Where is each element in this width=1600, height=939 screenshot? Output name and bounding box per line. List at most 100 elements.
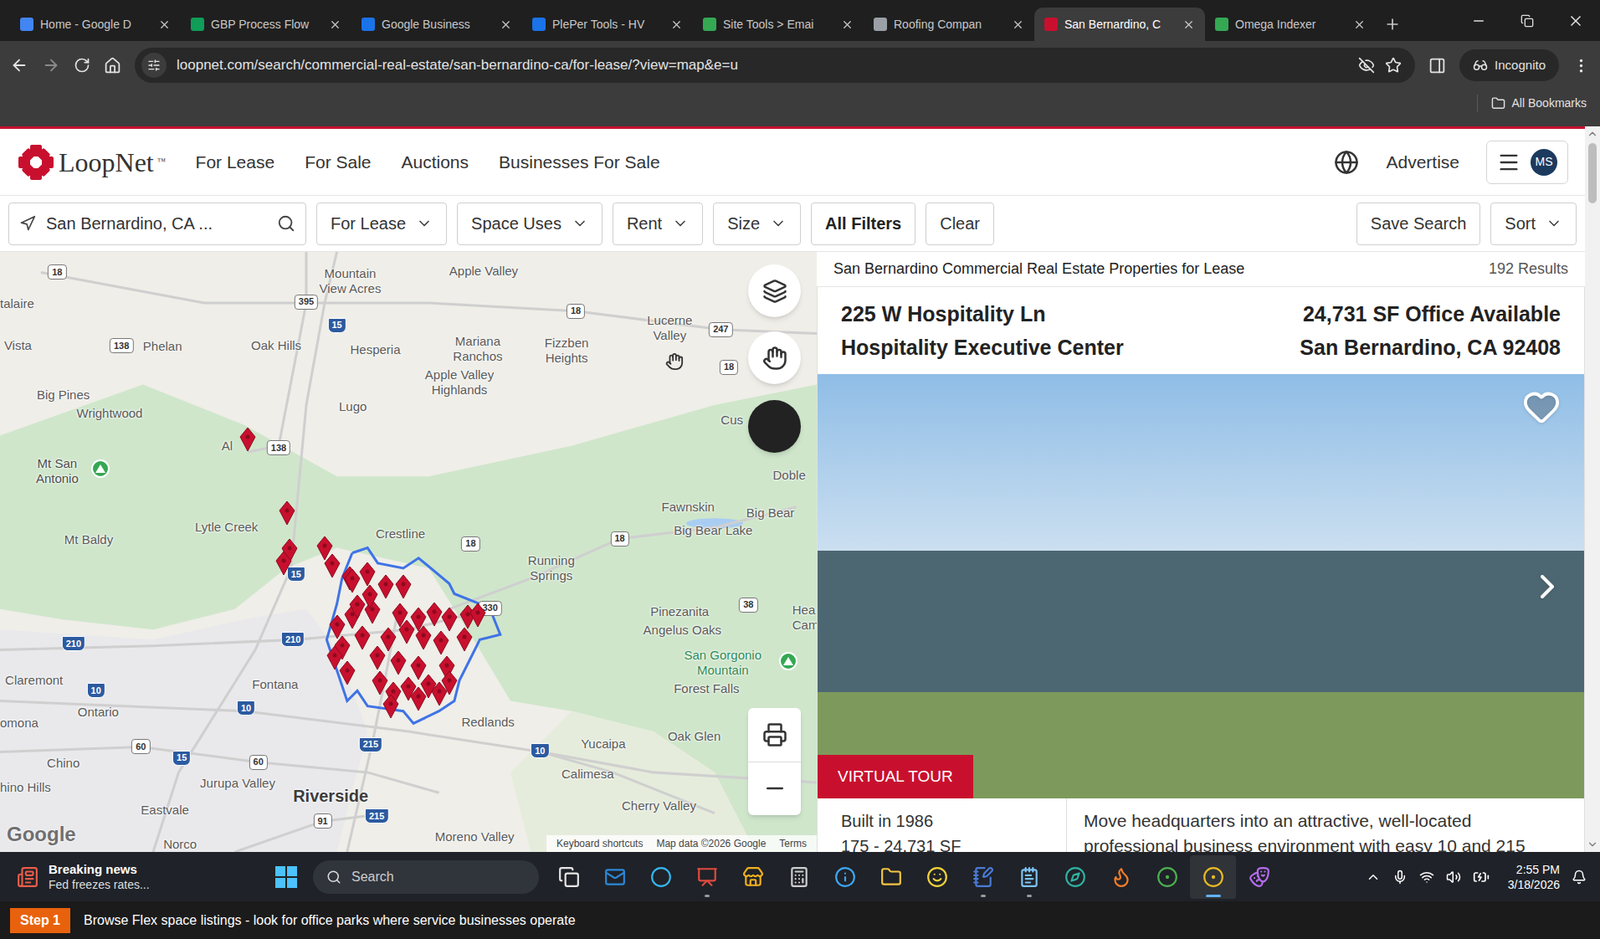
nav-link[interactable]: Businesses For Sale	[498, 148, 661, 176]
map[interactable]: Mountain View AcresApple ValleytalaireVi…	[0, 251, 817, 852]
reload-icon[interactable]	[73, 56, 91, 74]
volume-icon[interactable]	[1446, 869, 1462, 885]
incognito-badge[interactable]: Incognito	[1459, 49, 1559, 82]
close-icon[interactable]	[1182, 18, 1195, 31]
map-pin[interactable]	[368, 645, 387, 671]
close-icon[interactable]	[1353, 18, 1366, 31]
battery-icon[interactable]	[1472, 868, 1490, 886]
taskbar-app[interactable]	[729, 855, 776, 899]
next-photo-icon[interactable]	[1527, 566, 1568, 607]
browser-tab[interactable]: Site Tools > Emai	[692, 7, 864, 42]
taskbar-app[interactable]	[867, 855, 914, 899]
scrollbar-thumb[interactable]	[1588, 143, 1597, 204]
clear-button[interactable]: Clear	[925, 202, 995, 246]
map-pin[interactable]	[277, 500, 297, 526]
map-pin[interactable]	[431, 630, 451, 656]
start-button[interactable]	[269, 860, 303, 894]
map-pin[interactable]	[394, 574, 413, 600]
listing-photo[interactable]: VIRTUAL TOUR	[817, 374, 1585, 799]
taskbar-app[interactable]	[1143, 855, 1190, 899]
account-menu[interactable]: MS	[1486, 140, 1569, 185]
map-pin[interactable]	[328, 614, 347, 640]
filter-dropdown[interactable]: Space Uses	[456, 202, 603, 246]
browser-tab[interactable]: Omega Indexer	[1205, 7, 1376, 42]
taskbar-app[interactable]	[1189, 855, 1236, 899]
close-icon[interactable]	[499, 18, 513, 31]
sort-button[interactable]: Sort	[1490, 202, 1577, 246]
news-widget[interactable]: Breaking newsFed freezes rates...	[0, 861, 270, 893]
minimize-button[interactable]	[1454, 13, 1503, 29]
bookmark-star-icon[interactable]	[1384, 56, 1402, 74]
taskbar-app[interactable]	[591, 855, 638, 899]
taskbar-app[interactable]	[545, 855, 592, 899]
close-icon[interactable]	[1011, 18, 1025, 31]
scroll-down-icon[interactable]	[1586, 838, 1599, 851]
close-button[interactable]	[1551, 12, 1600, 30]
close-icon[interactable]	[158, 18, 171, 31]
page-scrollbar[interactable]	[1584, 126, 1600, 852]
search-icon[interactable]	[276, 214, 296, 233]
map-pin[interactable]	[440, 606, 459, 632]
browser-tab[interactable]: San Bernardino, C	[1034, 7, 1206, 42]
map-pin[interactable]	[455, 626, 474, 652]
map-pin[interactable]	[381, 693, 400, 719]
scroll-up-icon[interactable]	[1586, 128, 1599, 140]
tray-overflow-icon[interactable]	[1365, 869, 1381, 885]
map-pin[interactable]	[409, 655, 428, 681]
globe-icon[interactable]	[1333, 149, 1359, 175]
print-button[interactable]	[748, 707, 801, 763]
menu-dots-icon[interactable]	[1572, 56, 1590, 75]
taskbar-app[interactable]	[913, 855, 960, 899]
heart-icon[interactable]	[1522, 387, 1561, 426]
map-pin[interactable]	[358, 561, 377, 587]
site-settings-icon[interactable]	[147, 58, 161, 72]
close-icon[interactable]	[328, 18, 342, 31]
new-tab-button[interactable]	[1375, 7, 1410, 42]
filter-dropdown[interactable]: For Lease	[316, 202, 447, 246]
map-pin[interactable]	[397, 619, 416, 645]
map-pin[interactable]	[325, 645, 344, 671]
taskbar-app[interactable]	[1097, 855, 1144, 899]
map-pin[interactable]	[238, 426, 257, 452]
taskbar-app[interactable]	[821, 855, 868, 899]
map-pin[interactable]	[379, 626, 398, 652]
taskbar-app[interactable]	[1005, 855, 1052, 899]
listing-card[interactable]: 225 W Hospitality LnHospitality Executiv…	[816, 287, 1585, 852]
nav-link[interactable]: Auctions	[401, 148, 470, 176]
map-pin[interactable]	[409, 686, 428, 712]
zoom-out-button[interactable]	[748, 762, 801, 816]
taskbar-app[interactable]	[959, 855, 1006, 899]
home-icon[interactable]	[103, 56, 122, 75]
close-icon[interactable]	[670, 18, 683, 31]
eye-off-icon[interactable]	[1358, 56, 1375, 74]
browser-tab[interactable]: Home - Google D	[10, 7, 181, 42]
taskbar-app[interactable]	[775, 855, 822, 899]
map-pin[interactable]	[353, 625, 372, 651]
taskbar-app[interactable]	[683, 855, 730, 899]
address-bar[interactable]: loopnet.com/search/commercial-real-estat…	[134, 47, 1416, 83]
browser-tab[interactable]: GBP Process Flow	[180, 7, 352, 42]
map-pin[interactable]	[468, 602, 488, 628]
keyboard-shortcuts-link[interactable]: Keyboard shortcuts	[556, 835, 643, 852]
all-bookmarks[interactable]: All Bookmarks	[1476, 94, 1587, 113]
pan-button[interactable]	[748, 331, 801, 385]
back-icon[interactable]	[10, 56, 29, 75]
map-pin[interactable]	[389, 650, 408, 676]
map-pin[interactable]	[274, 550, 293, 576]
map-pin[interactable]	[338, 660, 357, 686]
map-pin[interactable]	[343, 568, 362, 594]
draw-button[interactable]	[748, 400, 801, 453]
taskbar-app[interactable]	[637, 855, 684, 899]
taskbar-app[interactable]	[1051, 855, 1098, 899]
nav-link[interactable]: For Sale	[304, 148, 371, 176]
listing-address[interactable]: 225 W Hospitality Ln	[841, 297, 1124, 331]
restore-button[interactable]	[1502, 14, 1552, 28]
map-pin[interactable]	[348, 594, 367, 620]
close-icon[interactable]	[841, 18, 854, 31]
all-filters-button[interactable]: All Filters	[810, 202, 916, 246]
mic-icon[interactable]	[1392, 869, 1408, 885]
virtual-tour-badge[interactable]: VIRTUAL TOUR	[817, 754, 974, 800]
side-panel-icon[interactable]	[1428, 56, 1447, 75]
nav-link[interactable]: For Lease	[195, 148, 276, 176]
layers-button[interactable]	[748, 264, 801, 318]
